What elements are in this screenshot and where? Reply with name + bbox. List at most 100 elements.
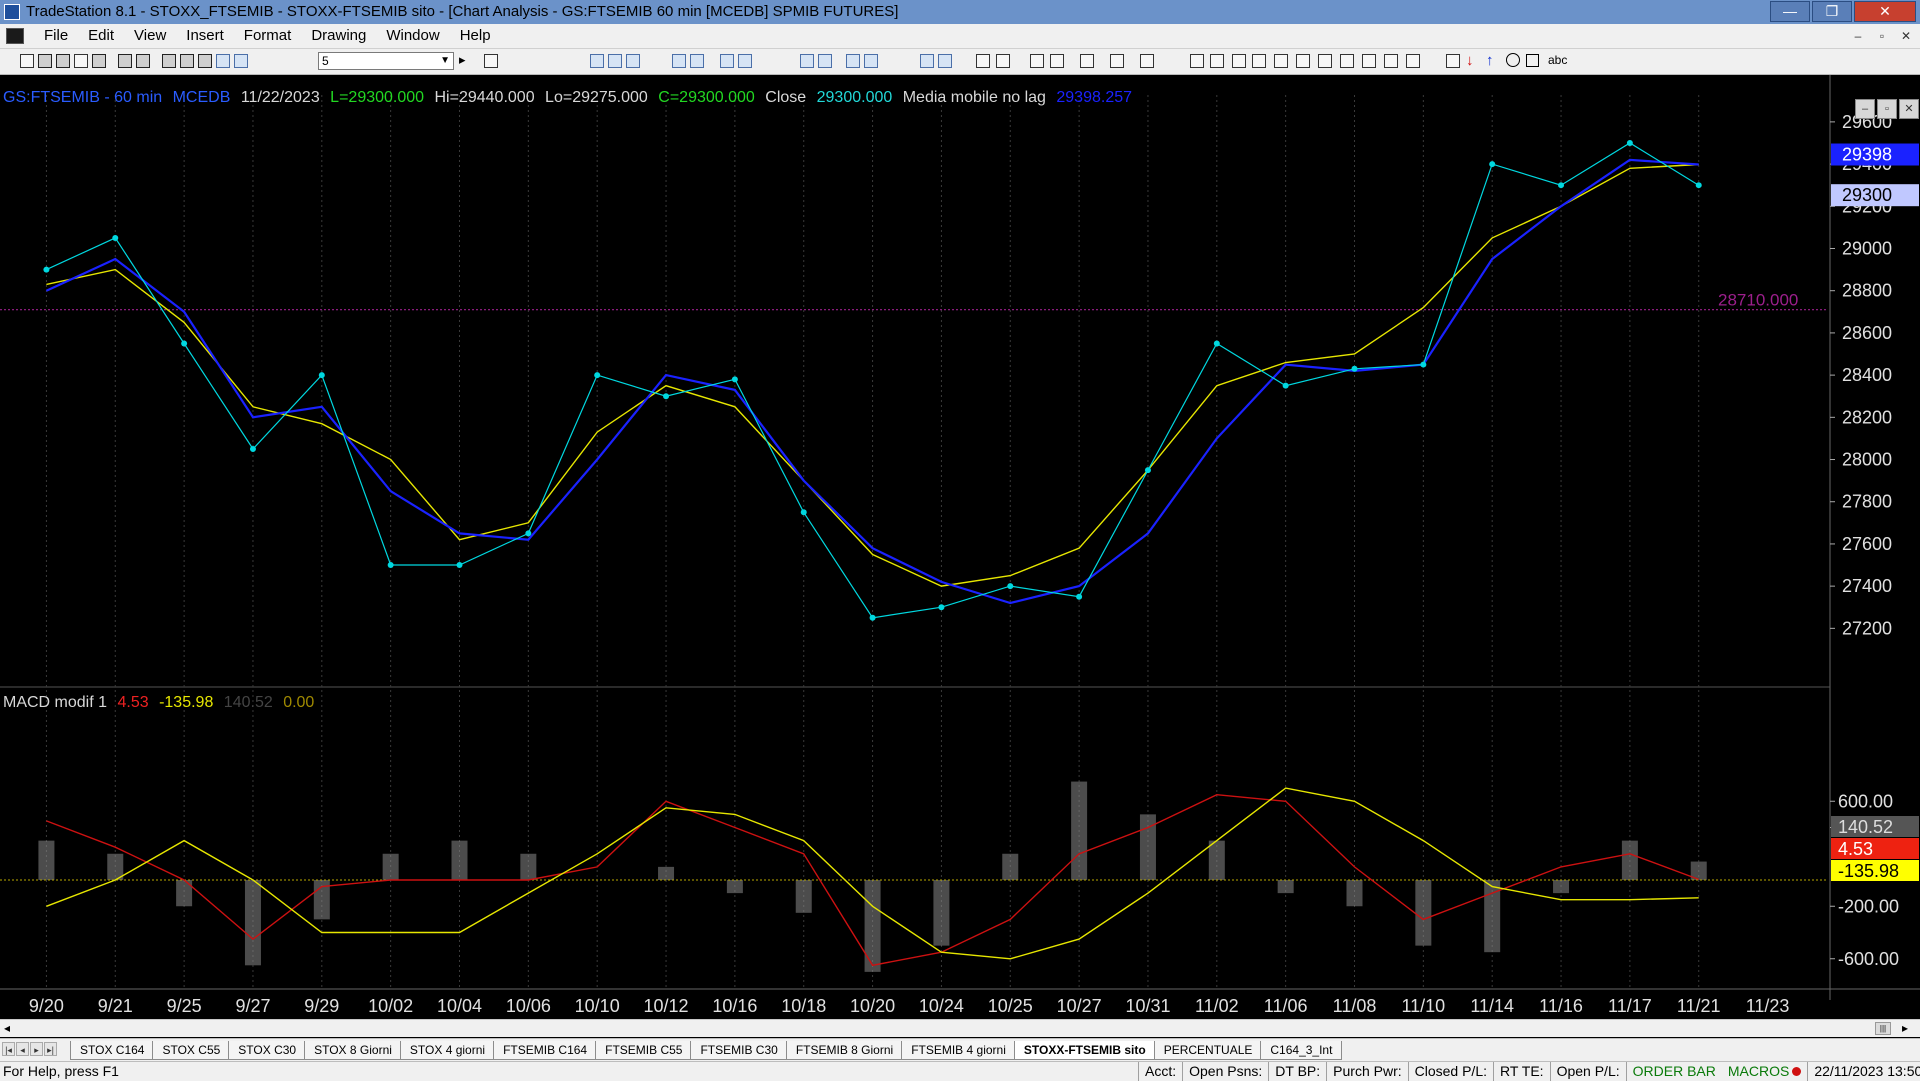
tab-prev-icon[interactable]: ◂ [16, 1042, 29, 1056]
menu-file[interactable]: File [34, 24, 78, 48]
scroll-left-icon[interactable] [846, 54, 860, 68]
zoom-out-icon[interactable] [996, 54, 1010, 68]
scrollbar-thumb[interactable]: ||| [1875, 1022, 1891, 1035]
horizontal-lines-icon[interactable] [1232, 54, 1246, 68]
fibonacci-icon[interactable] [1274, 54, 1288, 68]
tab-stoxx-ftsemib-sito[interactable]: STOXX-FTSEMIB sito [1013, 1041, 1156, 1060]
chart-area[interactable]: 27200 27400 27600 27800 28000 28200 28400 28600… [0, 75, 1920, 1020]
tab-ftsemib-8-giorni[interactable]: FTSEMIB 8 Giorni [785, 1041, 904, 1060]
speed-lines-icon[interactable] [1318, 54, 1332, 68]
tab-c164-3-int[interactable]: C164_3_Int [1260, 1041, 1343, 1060]
print-preview-icon[interactable] [136, 54, 150, 68]
subwindow-minimize-button[interactable]: – [1855, 99, 1875, 119]
interval-combo[interactable]: 5 ▼ [318, 52, 454, 70]
search-symbol-icon[interactable] [484, 54, 498, 68]
open-folder-icon[interactable] [38, 54, 52, 68]
new-file-icon[interactable] [20, 54, 34, 68]
pen-icon[interactable] [1406, 54, 1420, 68]
lock-icon[interactable] [198, 54, 212, 68]
status-order-bar[interactable]: ORDER BAR [1625, 1062, 1722, 1081]
maximize-button[interactable]: ❐ [1812, 1, 1852, 22]
data-window-icon[interactable] [800, 54, 814, 68]
curve-icon[interactable] [1446, 54, 1460, 68]
menu-format[interactable]: Format [234, 24, 302, 48]
mdi-close-button[interactable]: ✕ [1896, 27, 1916, 45]
zoom-in-icon[interactable] [976, 54, 990, 68]
tab-stox-c30[interactable]: STOX C30 [228, 1041, 307, 1060]
menu-drawing[interactable]: Drawing [301, 24, 376, 48]
arc-icon[interactable] [1384, 54, 1398, 68]
save-icon[interactable] [92, 54, 106, 68]
tab-ftsemib-c55[interactable]: FTSEMIB C55 [595, 1041, 693, 1060]
tab-first-icon[interactable]: |◂ [2, 1042, 15, 1056]
copy-icon[interactable] [180, 54, 194, 68]
hand-icon[interactable] [1110, 54, 1124, 68]
text-tool-icon[interactable]: abc [1548, 53, 1567, 67]
tab-percentuale[interactable]: PERCENTUALE [1153, 1041, 1263, 1060]
line-chart-icon[interactable] [626, 54, 640, 68]
properties-icon[interactable] [216, 54, 230, 68]
drag-icon[interactable] [1050, 54, 1064, 68]
trendline-icon[interactable] [1190, 54, 1204, 68]
tab-last-icon[interactable]: ▸| [44, 1042, 57, 1056]
tab-ftsemib-c30[interactable]: FTSEMIB C30 [690, 1041, 788, 1060]
insert-strategy-icon[interactable] [690, 54, 704, 68]
pointer-icon[interactable] [1030, 54, 1044, 68]
tab-stox-c55[interactable]: STOX C55 [152, 1041, 231, 1060]
vertical-lines-icon[interactable] [1210, 54, 1224, 68]
tools-icon[interactable] [1080, 54, 1094, 68]
price-point [1351, 365, 1358, 372]
menu-edit[interactable]: Edit [78, 24, 124, 48]
price-chart-svg[interactable]: 27200 27400 27600 27800 28000 28200 28400 28600… [0, 75, 1920, 1020]
next-arrow-icon[interactable]: ▸ [459, 52, 466, 68]
tab-stox-c164[interactable]: STOX C164 [70, 1041, 155, 1060]
new-window-icon[interactable] [74, 54, 88, 68]
arrow-icon[interactable] [1362, 54, 1376, 68]
subwindow-close-button[interactable]: ✕ [1899, 99, 1919, 119]
rectangle-icon[interactable] [1526, 54, 1539, 67]
compress-bars-icon[interactable] [938, 54, 952, 68]
menu-insert[interactable]: Insert [176, 24, 234, 48]
mdi-restore-button[interactable]: ▫ [1872, 27, 1892, 45]
refresh-icon[interactable] [738, 54, 752, 68]
arrow-up-icon[interactable]: ↑ [1486, 52, 1494, 69]
format-icon[interactable] [720, 54, 734, 68]
pitchfork-icon[interactable] [1340, 54, 1354, 68]
crosshair-icon[interactable] [1140, 54, 1154, 68]
minimize-button[interactable]: — [1770, 1, 1810, 22]
insert-indicator-icon[interactable] [672, 54, 686, 68]
subwindow-restore-button[interactable]: ▫ [1877, 99, 1897, 119]
menu-window[interactable]: Window [376, 24, 449, 48]
cut-icon[interactable] [162, 54, 176, 68]
scroll-left-arrow-icon[interactable]: ◂ [4, 1020, 10, 1037]
price-point [869, 614, 876, 621]
chart-window-icon[interactable] [6, 28, 24, 44]
window-titlebar[interactable]: TradeStation 8.1 - STOXX_FTSEMIB - STOXX… [0, 0, 1920, 24]
x-axis-label: 11/14 [1470, 996, 1514, 1016]
tab-ftsemib-4-giorni[interactable]: FTSEMIB 4 giorni [901, 1041, 1016, 1060]
tab-next-icon[interactable]: ▸ [30, 1042, 43, 1056]
status-macros[interactable]: MACROS [1722, 1062, 1807, 1081]
open-workspace-icon[interactable] [56, 54, 70, 68]
tab-ftsemib-c164[interactable]: FTSEMIB C164 [493, 1041, 598, 1060]
arrow-down-icon[interactable]: ↓ [1466, 52, 1474, 69]
scroll-right-icon[interactable] [864, 54, 878, 68]
channel-icon[interactable] [1252, 54, 1266, 68]
menu-help[interactable]: Help [450, 24, 501, 48]
apps-icon[interactable] [234, 54, 248, 68]
expand-bars-icon[interactable] [920, 54, 934, 68]
mdi-minimize-button[interactable]: – [1848, 27, 1868, 45]
candle-chart-icon[interactable] [608, 54, 622, 68]
tab-stox-8-giorni[interactable]: STOX 8 Giorni [304, 1041, 402, 1060]
bar-chart-icon[interactable] [590, 54, 604, 68]
print-icon[interactable] [118, 54, 132, 68]
menu-view[interactable]: View [124, 24, 176, 48]
close-button[interactable]: ✕ [1854, 1, 1916, 22]
horizontal-scrollbar[interactable]: ◂ ||| ▸ [0, 1019, 1920, 1037]
tab-stox-4-giorni[interactable]: STOX 4 giorni [399, 1041, 496, 1060]
radar-icon[interactable] [818, 54, 832, 68]
gann-fan-icon[interactable] [1296, 54, 1310, 68]
scroll-right-arrow-icon[interactable]: ▸ [1902, 1020, 1908, 1037]
ellipse-icon[interactable] [1506, 53, 1520, 67]
price-point [112, 234, 119, 241]
